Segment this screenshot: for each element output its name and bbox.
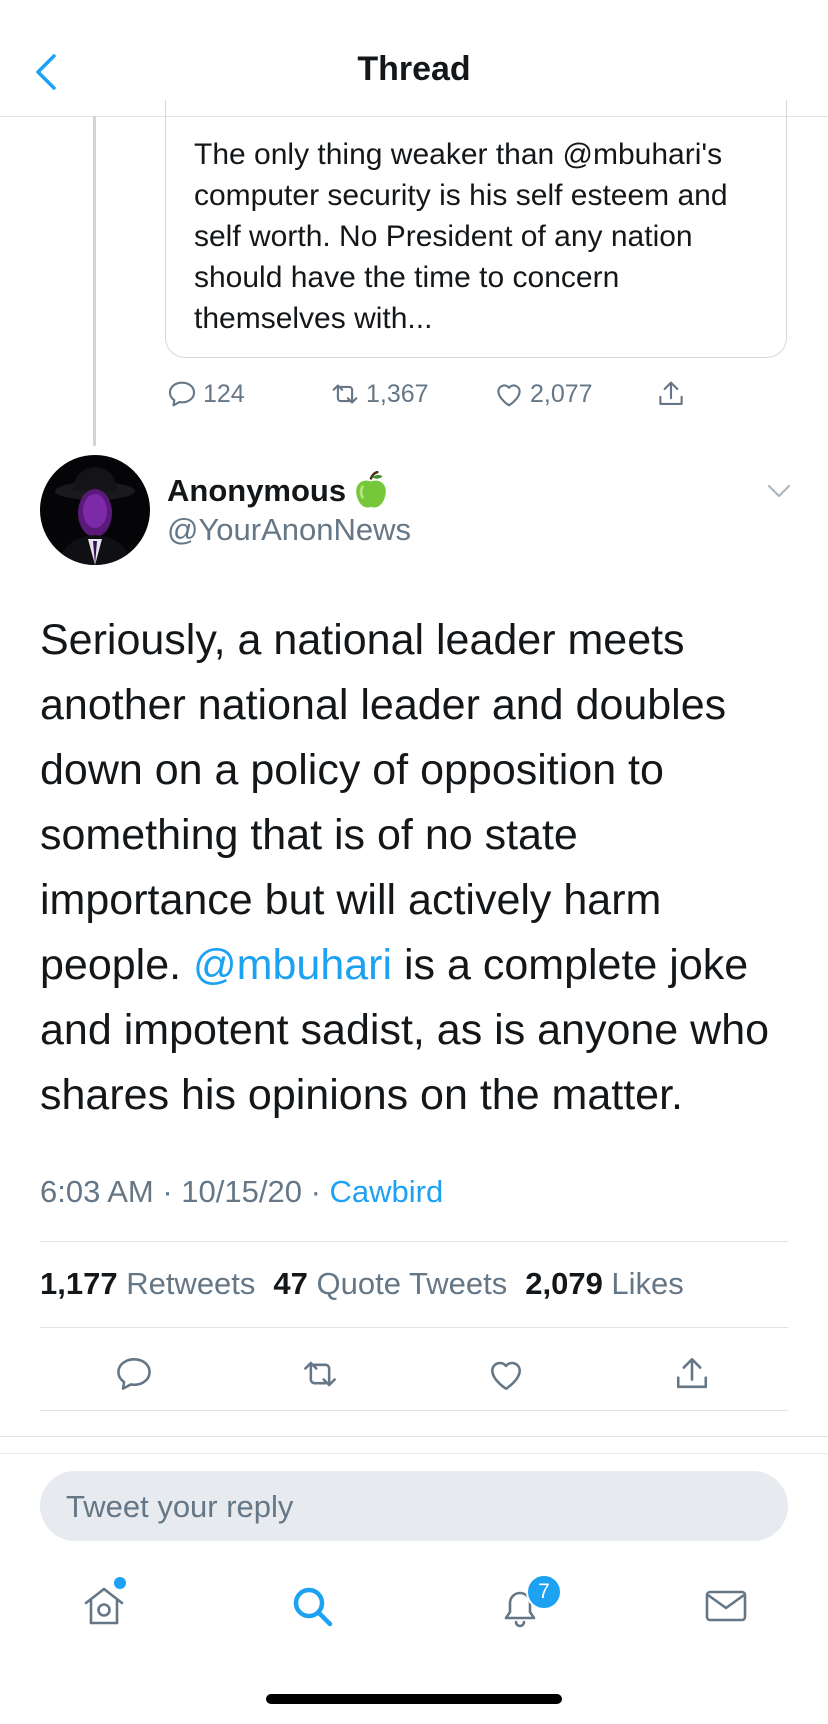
- like-button[interactable]: [484, 1352, 528, 1396]
- reply-input[interactable]: Tweet your reply: [40, 1471, 788, 1541]
- messages-icon: [705, 1590, 747, 1622]
- reply-bar-divider: [0, 1453, 828, 1454]
- quoted-reply-button[interactable]: 124: [165, 372, 245, 416]
- quoted-retweet-count: 1,367: [366, 379, 429, 408]
- quoted-tweet-text: The only thing weaker than @mbuhari's co…: [194, 138, 728, 335]
- share-button[interactable]: [670, 1352, 714, 1396]
- quoted-like-count: 2,077: [530, 379, 593, 408]
- quote-tweets-count: 47: [273, 1266, 308, 1301]
- divider: [40, 1241, 788, 1242]
- tweet-source-link[interactable]: Cawbird: [330, 1174, 444, 1209]
- divider: [40, 1327, 788, 1328]
- quoted-share-button[interactable]: [654, 372, 692, 416]
- page-title: Thread: [357, 50, 471, 88]
- like-icon: [490, 1361, 522, 1390]
- divider: [40, 1410, 788, 1411]
- mention-link[interactable]: @mbuhari: [193, 941, 392, 989]
- notification-badge: 7: [526, 1574, 562, 1610]
- retweet-button[interactable]: [298, 1352, 342, 1396]
- reply-icon: [117, 1358, 151, 1390]
- display-name[interactable]: Anonymous: [167, 470, 392, 512]
- section-divider: [0, 1436, 828, 1437]
- reply-icon: [168, 381, 196, 407]
- home-icon: [84, 1587, 124, 1625]
- tweet-options-button[interactable]: [764, 476, 794, 506]
- thread-connector-line: [93, 116, 96, 446]
- green-apple-icon: [356, 470, 386, 508]
- home-indicator[interactable]: [266, 1694, 562, 1704]
- home-unread-dot: [114, 1577, 126, 1589]
- reply-button[interactable]: [112, 1352, 156, 1396]
- likes-label: Likes: [602, 1266, 684, 1301]
- nav-search[interactable]: [288, 1582, 336, 1630]
- retweets-count: 1,177: [40, 1266, 118, 1301]
- likes-stat[interactable]: 2,079 Likes: [525, 1266, 684, 1302]
- quoted-retweet-button[interactable]: 1,367: [328, 372, 429, 416]
- nav-home[interactable]: [80, 1582, 128, 1630]
- retweet-icon: [304, 1361, 336, 1387]
- tweet-timestamp: 6:03 AM · 10/15/20 · Cawbird: [40, 1174, 443, 1210]
- retweets-label: Retweets: [117, 1266, 256, 1301]
- quoted-like-button[interactable]: 2,077: [492, 372, 593, 416]
- search-icon: [293, 1587, 333, 1627]
- chevron-down-icon: [767, 484, 791, 498]
- tweet-text: Seriously, a national leader meets anoth…: [40, 608, 800, 1128]
- retweet-icon: [332, 384, 358, 404]
- reply-placeholder: Tweet your reply: [66, 1489, 294, 1524]
- avatar-image: [40, 455, 150, 565]
- tweet-text-part: Seriously, a national leader meets anoth…: [40, 616, 727, 989]
- quote-tweets-stat[interactable]: 47 Quote Tweets: [273, 1266, 507, 1302]
- display-name-text: Anonymous: [167, 473, 347, 508]
- retweets-stat[interactable]: 1,177 Retweets: [40, 1266, 255, 1302]
- nav-messages[interactable]: [702, 1582, 750, 1630]
- likes-count: 2,079: [525, 1266, 603, 1301]
- share-icon: [676, 1358, 708, 1389]
- tweet-time: 6:03 AM · 10/15/20 ·: [40, 1174, 330, 1209]
- avatar[interactable]: [40, 455, 150, 565]
- share-icon: [659, 381, 683, 405]
- like-icon: [497, 384, 521, 407]
- tweet-stats: 1,177 Retweets 47 Quote Tweets 2,079 Lik…: [40, 1266, 684, 1302]
- quoted-tweet-card[interactable]: The only thing weaker than @mbuhari's co…: [165, 100, 787, 358]
- quoted-reply-count: 124: [203, 379, 245, 408]
- user-handle[interactable]: @YourAnonNews: [167, 512, 411, 548]
- quote-tweets-label: Quote Tweets: [307, 1266, 508, 1301]
